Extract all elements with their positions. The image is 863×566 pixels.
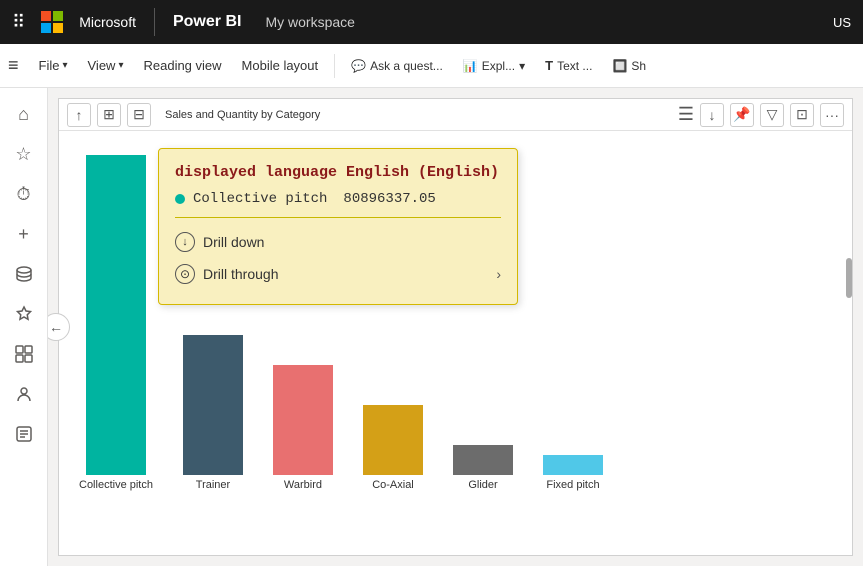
bar-co-axial[interactable] [363, 405, 423, 475]
top-bar: ⠿ Microsoft Power BI My workspace US [0, 0, 863, 44]
chart-expand-btn[interactable]: ⊞ [97, 103, 121, 127]
sidebar-item-create[interactable]: + [6, 216, 42, 252]
sidebar: ⌂ ☆ ⏱ + [0, 88, 48, 566]
chart-toolbar: ↑ ⊞ ⊟ Sales and Quantity by Category ☰ ↓… [59, 99, 852, 131]
share-icon: 🔲 [612, 59, 627, 73]
ribbon-mobile-layout-label: Mobile layout [242, 58, 319, 73]
bar-group[interactable]: Collective pitch [79, 155, 153, 491]
sidebar-item-workspaces[interactable] [6, 336, 42, 372]
ribbon-file-chevron: ▾ [62, 60, 67, 71]
ribbon-file-label: File [39, 58, 60, 73]
text-label: Text ... [557, 59, 592, 73]
drill-down-label: Drill down [203, 234, 264, 250]
sidebar-item-data[interactable] [6, 256, 42, 292]
tooltip-popup: displayed language English (English) Col… [158, 148, 518, 305]
ribbon-file[interactable]: File ▾ [31, 54, 76, 77]
hamburger-menu[interactable]: ≡ [8, 55, 19, 76]
content-area: ← ↑ ⊞ ⊟ Sales and Quantity by Category ☰… [48, 88, 863, 566]
microsoft-logo [41, 11, 63, 33]
chart-download-btn[interactable]: ↓ [700, 103, 724, 127]
drill-through-icon: ⊙ [175, 264, 195, 284]
share-label: Sh [631, 59, 646, 73]
chart-pin-btn[interactable]: 📌 [730, 103, 754, 127]
tooltip-drill-through[interactable]: ⊙ Drill through › [175, 258, 501, 290]
bar-label: Fixed pitch [546, 479, 599, 491]
ask-label: Ask a quest... [370, 59, 443, 73]
tooltip-data-label: Collective pitch [193, 191, 327, 207]
sidebar-item-goals[interactable] [6, 296, 42, 332]
explore-icon: 📊 [463, 59, 478, 73]
chart-up-btn[interactable]: ↑ [67, 103, 91, 127]
bar-trainer[interactable] [183, 335, 243, 475]
tooltip-header: displayed language English (English) [175, 163, 501, 183]
ribbon-mobile-layout[interactable]: Mobile layout [234, 54, 327, 77]
grid-icon[interactable]: ⠿ [12, 12, 25, 33]
chart-menu-btn[interactable]: ☰ [678, 104, 694, 125]
tooltip-dot [175, 194, 185, 204]
ribbon-reading-view-label: Reading view [143, 58, 221, 73]
bar-glider[interactable] [453, 445, 513, 475]
drill-through-chevron: › [496, 266, 501, 282]
bar-label: Co-Axial [372, 479, 414, 491]
ask-icon: 💬 [351, 59, 366, 73]
chart-more-btn[interactable]: ··· [820, 103, 844, 127]
chart-toolbar-right: ☰ ↓ 📌 ▽ ⊡ ··· [678, 103, 844, 127]
bar-fixed-pitch[interactable] [543, 455, 603, 475]
sidebar-item-recent[interactable]: ⏱ [6, 176, 42, 212]
sidebar-item-learn[interactable] [6, 416, 42, 452]
top-bar-divider [154, 8, 155, 36]
bar-group[interactable]: Trainer [183, 335, 243, 491]
tooltip-divider [175, 217, 501, 218]
sidebar-item-home[interactable]: ⌂ [6, 96, 42, 132]
sidebar-item-people[interactable] [6, 376, 42, 412]
user-initials[interactable]: US [833, 15, 851, 30]
ribbon-separator-1 [334, 54, 335, 78]
bar-group[interactable]: Fixed pitch [543, 455, 603, 491]
explore-chevron: ▾ [519, 59, 525, 73]
main-layout: ⌂ ☆ ⏱ + ← ↑ ⊞ ⊟ Sales and [0, 88, 863, 566]
bar-label: Trainer [196, 479, 230, 491]
tooltip-data-row: Collective pitch 80896337.05 [175, 191, 501, 207]
bar-label: Glider [468, 479, 497, 491]
ribbon-view[interactable]: View ▾ [80, 54, 132, 77]
chart-focus-btn[interactable]: ⊡ [790, 103, 814, 127]
drill-down-icon: ↓ [175, 232, 195, 252]
explore-label: Expl... [482, 59, 515, 73]
ribbon-view-label: View [88, 58, 116, 73]
bar-warbird[interactable] [273, 365, 333, 475]
drill-through-label: Drill through [203, 266, 278, 282]
chart-filter-btn[interactable]: ▽ [760, 103, 784, 127]
bar-group[interactable]: Warbird [273, 365, 333, 491]
chart-collapse-btn[interactable]: ⊟ [127, 103, 151, 127]
workspace-label: My workspace [265, 14, 354, 30]
ribbon-share[interactable]: 🔲 Sh [604, 55, 654, 77]
ribbon-explore[interactable]: 📊 Expl... ▾ [455, 55, 533, 77]
bar-group[interactable]: Glider [453, 445, 513, 491]
bar-label: Warbird [284, 479, 322, 491]
ribbon-ask-question[interactable]: 💬 Ask a quest... [343, 55, 451, 77]
ribbon-reading-view[interactable]: Reading view [135, 54, 229, 77]
scroll-indicator[interactable] [846, 258, 852, 298]
ribbon: ≡ File ▾ View ▾ Reading view Mobile layo… [0, 44, 863, 88]
sidebar-item-favorites[interactable]: ☆ [6, 136, 42, 172]
text-format-icon: T [545, 58, 553, 73]
tooltip-data-value: 80896337.05 [343, 191, 435, 207]
bar-group[interactable]: Co-Axial [363, 405, 423, 491]
tooltip-drill-down[interactable]: ↓ Drill down [175, 226, 501, 258]
bar-label: Collective pitch [79, 479, 153, 491]
chart-title: Sales and Quantity by Category [157, 107, 328, 123]
ribbon-view-chevron: ▾ [118, 60, 123, 71]
app-title: Power BI [173, 13, 241, 31]
ribbon-text[interactable]: T Text ... [537, 54, 600, 77]
bar-collective-pitch[interactable] [86, 155, 146, 475]
brand-label: Microsoft [79, 14, 136, 30]
